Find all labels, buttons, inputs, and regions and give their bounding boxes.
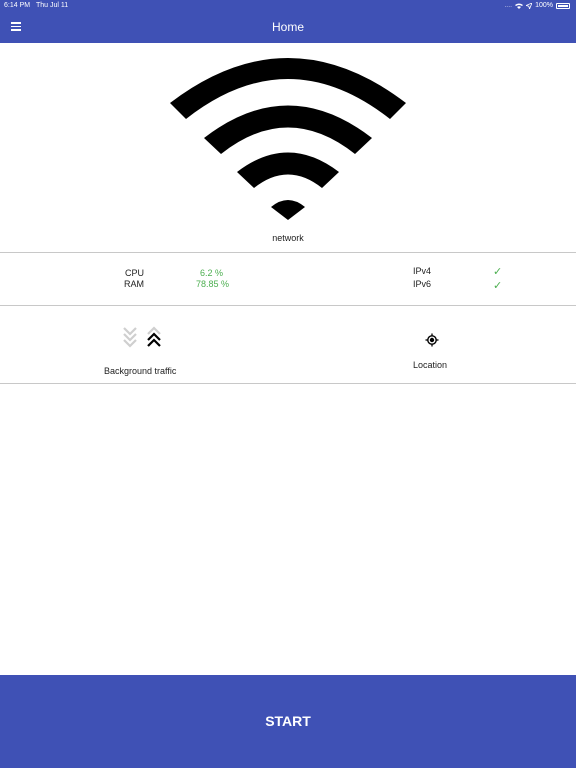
wifi-icon [170, 58, 406, 220]
background-traffic-label: Background traffic [104, 366, 177, 376]
network-label: network [272, 233, 304, 243]
features-section: Background traffic Location [0, 306, 576, 384]
start-button[interactable]: START [0, 675, 576, 768]
battery-icon [556, 3, 570, 9]
ipv6-check-icon: ✓ [493, 280, 503, 292]
ram-value: 78.85 % [196, 279, 230, 289]
status-bar: 6:14 PM Thu Jul 11 .... 100% [0, 0, 576, 12]
app-bar: Home [0, 12, 576, 43]
cpu-label: CPU [125, 268, 145, 278]
cpu-value: 6.2 % [200, 268, 224, 278]
ipv4-check-icon: ✓ [493, 266, 503, 278]
battery-percent: 100% [535, 2, 553, 9]
location-target-icon [425, 333, 439, 347]
ipv6-label: IPv6 [413, 279, 432, 289]
stats-section: CPU 6.2 % RAM 78.85 % IPv4 ✓ IPv6 ✓ [0, 253, 576, 306]
ipv4-label: IPv4 [413, 266, 432, 276]
status-right: .... 100% [504, 0, 570, 12]
page-title: Home [271, 20, 304, 34]
location-label: Location [413, 360, 448, 370]
cell-signal-icon: .... [504, 2, 513, 9]
wifi-status-icon [515, 3, 524, 9]
app-root: 6:14 PM Thu Jul 11 .... 100% Home networ… [0, 0, 576, 768]
ram-label: RAM [124, 279, 144, 289]
network-section[interactable]: network [0, 43, 576, 253]
location-button[interactable]: Location [405, 328, 460, 376]
status-date: Thu Jul 11 [36, 2, 69, 9]
location-arrow-icon [526, 3, 533, 9]
traffic-arrows-icon [123, 326, 161, 348]
status-time: 6:14 PM [4, 2, 31, 9]
background-traffic-button[interactable]: Background traffic [100, 324, 190, 380]
